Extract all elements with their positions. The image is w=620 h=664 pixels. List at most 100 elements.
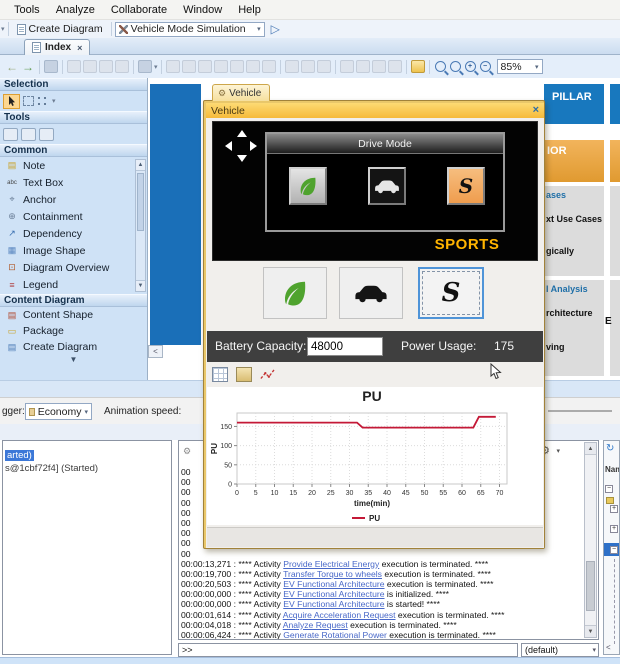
sticky-tool-icon[interactable] (3, 128, 18, 141)
session-item[interactable]: arted) (3, 449, 171, 462)
activity-link[interactable]: Analyze Request (283, 620, 348, 630)
tree-row-selected[interactable]: − (604, 543, 620, 556)
menu-window[interactable]: Window (175, 4, 230, 16)
tab-index[interactable]: Index × (24, 39, 90, 55)
vehicle-frame-tab[interactable]: ⚙ Vehicle (212, 84, 270, 101)
collapse-icon[interactable]: − (610, 546, 618, 554)
activity-link[interactable]: Provide Electrical Energy (283, 559, 379, 569)
palette-item-note[interactable]: ▤Note (0, 157, 147, 174)
chevron-down-icon[interactable]: ▾ (556, 447, 560, 455)
split-vertical-icon[interactable] (39, 128, 54, 141)
zoom-in-icon[interactable]: + (465, 61, 476, 72)
expand-icon[interactable]: + (610, 525, 618, 533)
sessions-panel[interactable]: arted)s@1cbf72f4] (Started) (2, 440, 172, 655)
animation-speed-slider[interactable] (548, 410, 612, 412)
gear-icon[interactable]: ⚙ (183, 446, 191, 457)
forward-icon[interactable]: → (22, 60, 34, 74)
palette-item-containment[interactable]: ⊕Containment (0, 208, 147, 225)
split-horizontal-icon[interactable] (21, 128, 36, 141)
diagram-blue-pillar[interactable] (150, 84, 201, 345)
zoom-level-combo[interactable]: 85% ▾ (497, 59, 543, 74)
chevron-down-icon[interactable]: ▾ (52, 97, 56, 105)
separator (39, 60, 40, 74)
console-prompt-field[interactable]: >> (178, 643, 518, 657)
run-simulation-button[interactable]: ▷ (271, 22, 280, 36)
overflow-chevron-icon[interactable]: ▾ (1, 25, 5, 33)
tree-row[interactable]: + (610, 503, 618, 515)
close-tab-icon[interactable]: × (77, 43, 82, 53)
scroll-thumb[interactable] (137, 173, 144, 231)
palette-item-diagram-overview[interactable]: ⊡Diagram Overview (0, 259, 147, 276)
tree-row[interactable]: + (610, 523, 618, 535)
activity-link[interactable]: EV Functional Architecture (283, 599, 384, 609)
refresh-icon[interactable]: ↻ (606, 443, 614, 454)
scroll-down-icon[interactable]: ▼ (585, 625, 596, 637)
palette-expand-chevron-icon[interactable]: ▼ (0, 355, 147, 364)
palette-item-label: Note (23, 160, 45, 172)
scroll-thumb[interactable] (586, 561, 595, 611)
show-points-icon[interactable] (260, 367, 276, 382)
eco-mode-indicator[interactable] (289, 167, 327, 205)
export-image-icon[interactable] (236, 367, 252, 382)
menu-help[interactable]: Help (230, 4, 269, 16)
palette-item-text-box[interactable]: abcText Box (0, 174, 147, 191)
normal-mode-indicator[interactable] (368, 167, 406, 205)
containment-tree-icon[interactable] (44, 60, 58, 73)
normal-mode-button[interactable] (339, 267, 403, 319)
close-icon[interactable]: × (533, 105, 539, 116)
chevron-down-icon[interactable]: ▾ (154, 63, 158, 71)
palette-item-image-shape[interactable]: ▦Image Shape (0, 242, 147, 259)
console-scrollbar[interactable]: ▲ ▼ (584, 442, 597, 638)
session-item[interactable]: s@1cbf72f4] (Started) (3, 462, 171, 475)
common-item-list: ▤NoteabcText Box⌖Anchor⊕Containment↗Depe… (0, 157, 147, 294)
sport-mode-button[interactable]: S (418, 267, 484, 319)
activity-link[interactable]: EV Functional Architecture (283, 579, 384, 589)
select-cursor-tool[interactable] (3, 94, 20, 109)
palette-section-common[interactable]: Common (0, 144, 147, 157)
multi-select-tool[interactable] (37, 96, 48, 106)
palette-item-legend[interactable]: ≡Legend (0, 276, 147, 293)
hscroll-left-icon[interactable]: < (606, 643, 611, 652)
menu-analyze[interactable]: Analyze (48, 4, 103, 16)
export-table-icon[interactable] (212, 367, 228, 382)
validation-icon[interactable] (411, 60, 425, 73)
simulation-config-combo[interactable]: Vehicle Mode Simulation ▾ (115, 22, 265, 37)
battery-capacity-input[interactable] (307, 337, 383, 356)
move-up-icon (99, 60, 113, 73)
palette-item-content-shape[interactable]: ▤Content Shape (0, 307, 147, 323)
scroll-up-icon[interactable]: ▲ (136, 160, 145, 171)
zoom-fit-icon[interactable] (435, 61, 446, 72)
palette-item-create-diagram[interactable]: ▤Create Diagram (0, 339, 147, 355)
palette-section-content-diagram[interactable]: Content Diagram (0, 294, 147, 307)
back-icon[interactable]: ← (6, 60, 18, 74)
trigger-combo[interactable]: Economy ▾ (25, 403, 92, 420)
palette-scrollbar[interactable]: ▲ ▼ (135, 159, 146, 292)
activity-link[interactable]: Transfer Torque to wheels (283, 569, 382, 579)
activity-link[interactable]: Acquire Acceleration Request (283, 610, 396, 620)
palette-item-constraint[interactable]: {}Constraint (0, 293, 147, 294)
palette-item-dependency[interactable]: ↗Dependency (0, 225, 147, 242)
create-diagram-button[interactable]: Create Diagram (12, 21, 108, 37)
palette-item-anchor[interactable]: ⌖Anchor (0, 191, 147, 208)
activity-link[interactable]: Generate Rotational Power (283, 630, 387, 640)
scroll-up-icon[interactable]: ▲ (585, 443, 596, 455)
structure-icon[interactable] (138, 60, 152, 73)
collapse-icon[interactable]: − (605, 485, 613, 493)
sport-mode-indicator[interactable]: S (447, 167, 485, 205)
palette-section-selection[interactable]: Selection (0, 78, 147, 91)
variables-panel[interactable]: ↻ Nam − + + − < (603, 440, 620, 655)
vehicle-window-titlebar[interactable]: Vehicle × (206, 103, 544, 118)
palette-item-package[interactable]: ▭Package (0, 323, 147, 339)
activity-link[interactable]: EV Functional Architecture (283, 589, 384, 599)
scroll-down-icon[interactable]: ▼ (136, 280, 145, 291)
scope-combo[interactable]: (default) ▾ (521, 643, 599, 657)
menu-collaborate[interactable]: Collaborate (103, 4, 175, 16)
zoom-out-icon[interactable]: − (480, 61, 491, 72)
canvas-hscroll-left-icon[interactable]: < (148, 345, 163, 358)
eco-mode-button[interactable] (263, 267, 327, 319)
marquee-select-tool[interactable] (23, 96, 34, 106)
expand-icon[interactable]: + (610, 505, 618, 513)
zoom-selection-icon[interactable] (450, 61, 461, 72)
menu-tools[interactable]: Tools (6, 4, 48, 16)
palette-section-tools[interactable]: Tools (0, 111, 147, 124)
